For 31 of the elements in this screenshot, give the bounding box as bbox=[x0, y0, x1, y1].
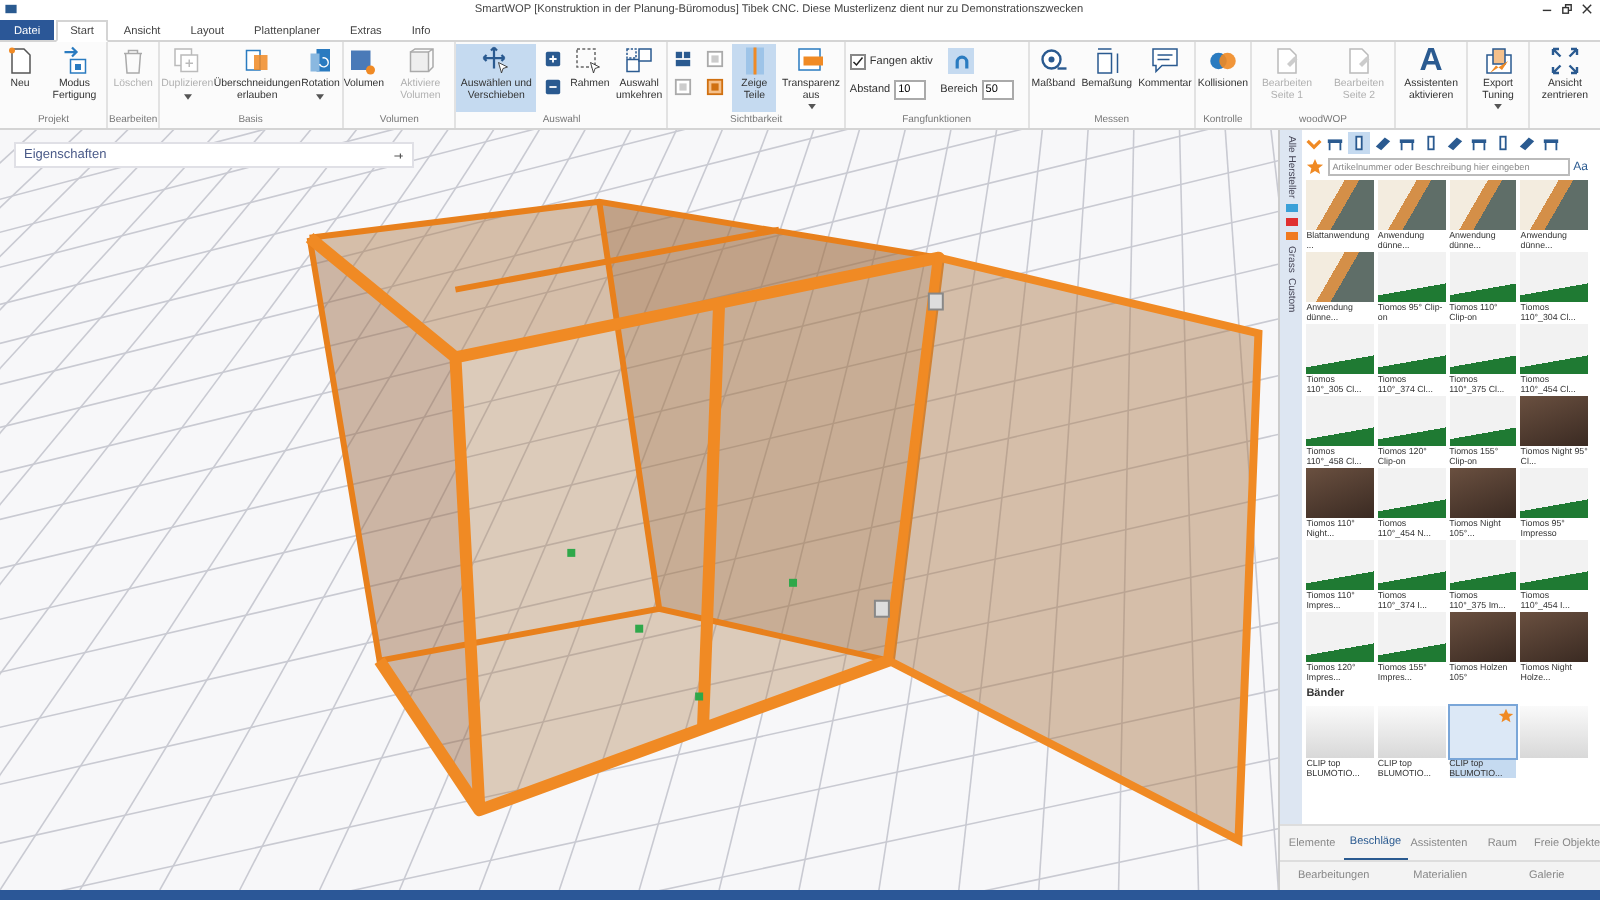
table-icon bbox=[1326, 134, 1345, 152]
plus-icon[interactable] bbox=[543, 50, 562, 68]
table-icon bbox=[1470, 134, 1489, 152]
product-photo-placeholder[interactable] bbox=[1449, 468, 1517, 518]
product-photo-placeholder[interactable] bbox=[1449, 612, 1517, 662]
cube-outline-icon bbox=[405, 46, 436, 76]
minus-icon[interactable] bbox=[543, 78, 562, 96]
center-view-icon bbox=[1549, 46, 1580, 76]
close-icon[interactable] bbox=[1580, 2, 1594, 16]
grid-view-icon[interactable] bbox=[674, 50, 693, 68]
board-icon bbox=[1446, 134, 1465, 152]
cabinet-drawing[interactable] bbox=[303, 198, 1263, 847]
table-icon bbox=[1542, 134, 1561, 152]
magnet-button[interactable] bbox=[948, 48, 975, 74]
checkbox[interactable] bbox=[849, 53, 866, 69]
filled-square-icon[interactable] bbox=[706, 78, 725, 96]
checkmark-icon bbox=[851, 55, 864, 67]
board-icon bbox=[1518, 134, 1537, 152]
table-icon bbox=[1398, 134, 1417, 152]
door-icon bbox=[1350, 134, 1369, 152]
star-icon[interactable] bbox=[1498, 708, 1515, 724]
vendor-logo-icon[interactable] bbox=[1285, 218, 1298, 227]
category-button[interactable] bbox=[1348, 132, 1371, 154]
restore-icon[interactable] bbox=[1560, 2, 1574, 16]
chevron-down-icon[interactable] bbox=[1306, 135, 1323, 151]
board-icon bbox=[1374, 134, 1393, 152]
cube-icon bbox=[348, 46, 379, 76]
pin-icon[interactable] bbox=[392, 149, 404, 161]
magnet-icon bbox=[953, 53, 970, 69]
app-icon bbox=[4, 2, 18, 16]
star-icon[interactable] bbox=[1306, 158, 1325, 176]
